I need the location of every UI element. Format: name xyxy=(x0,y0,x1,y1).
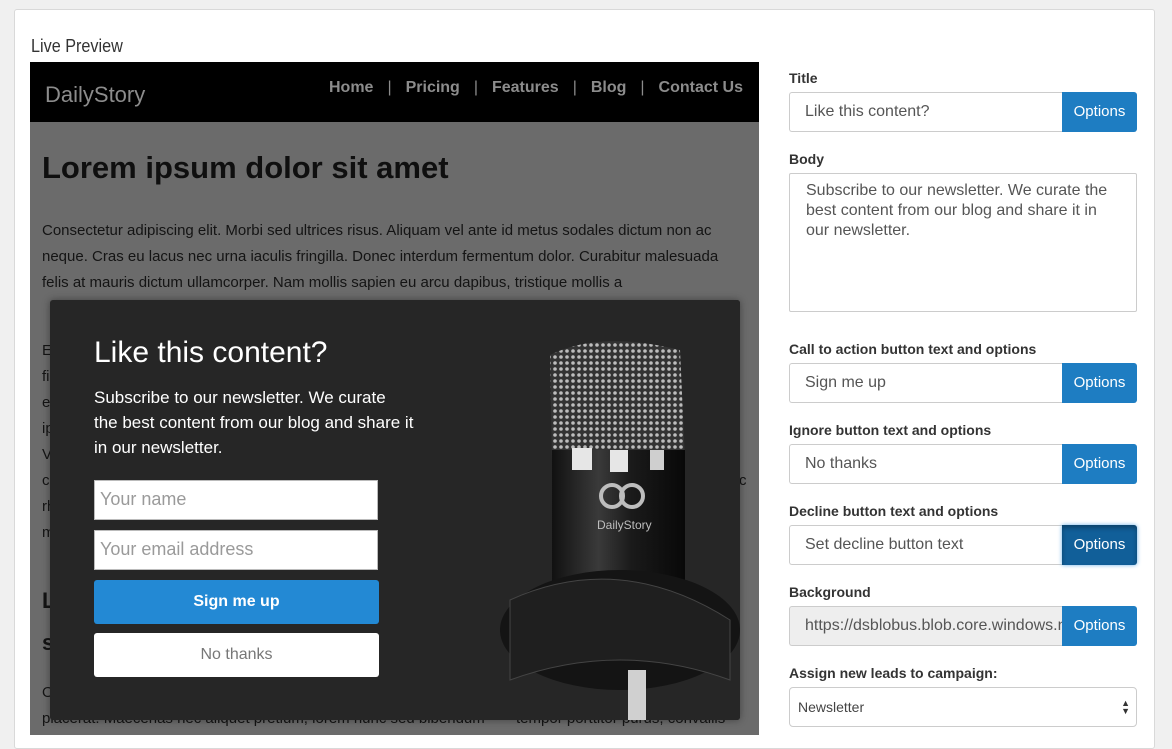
preview-nav-contact[interactable]: Contact Us xyxy=(659,79,743,97)
microphone-image: DailyStory xyxy=(480,300,740,720)
cta-label: Call to action button text and options xyxy=(789,341,1037,357)
preview-nav-home[interactable]: Home xyxy=(329,79,373,97)
preview-text-fragment: c xyxy=(42,472,50,489)
decline-options-button[interactable]: Options xyxy=(1062,525,1137,565)
sign-me-up-button[interactable]: Sign me up xyxy=(94,580,379,624)
decline-label: Decline button text and options xyxy=(789,503,999,519)
email-input[interactable]: Your email address xyxy=(94,530,378,570)
popup-title: Like this content? xyxy=(94,336,328,369)
background-input-group: https://dsblobus.blob.core.windows.net O… xyxy=(789,606,1137,646)
preview-nav-blog[interactable]: Blog xyxy=(591,79,627,97)
popup-body: Subscribe to our newsletter. We curate t… xyxy=(94,388,414,457)
preview-heading: Lorem ipsum dolor sit amet xyxy=(42,150,449,185)
ignore-label: Ignore button text and options xyxy=(789,422,992,438)
body-label: Body xyxy=(789,151,824,167)
body-textarea[interactable]: Subscribe to our newsletter. We curate t… xyxy=(789,173,1137,312)
background-input[interactable]: https://dsblobus.blob.core.windows.net xyxy=(789,606,1062,646)
no-thanks-button[interactable]: No thanks xyxy=(94,633,379,677)
subscribe-popup: DailyStory Like this content? Subscribe … xyxy=(50,300,740,720)
ignore-input[interactable]: No thanks xyxy=(789,444,1062,484)
cta-options-button[interactable]: Options xyxy=(1062,363,1137,403)
campaign-select[interactable]: Newsletter ▲ ▼ xyxy=(789,687,1137,727)
cta-input-group: Sign me up Options xyxy=(789,363,1137,403)
campaign-label: Assign new leads to campaign: xyxy=(789,665,998,681)
preview-text-fragment: fi xyxy=(42,368,50,385)
preview-nav-pricing[interactable]: Pricing xyxy=(406,79,460,97)
name-input[interactable]: Your name xyxy=(94,480,378,520)
ignore-input-group: No thanks Options xyxy=(789,444,1137,484)
popup-logo-text: DailyStory xyxy=(597,518,652,532)
decline-input[interactable]: Set decline button text xyxy=(789,525,1062,565)
title-input-group: Like this content? Options xyxy=(789,92,1137,132)
preview-nav-features[interactable]: Features xyxy=(492,79,559,97)
preview-paragraph: Consectetur adipiscing elit. Morbi sed u… xyxy=(42,222,719,291)
preview-navbar: DailyStory Home | Pricing | Features | Blog… xyxy=(30,62,759,122)
panel-title: Live Preview xyxy=(31,36,123,56)
select-caret-icon: ▲ ▼ xyxy=(1121,698,1130,716)
cta-input[interactable]: Sign me up xyxy=(789,363,1062,403)
preview-nav-links: Home | Pricing | Features | Blog | Contact U… xyxy=(328,79,743,97)
ignore-options-button[interactable]: Options xyxy=(1062,444,1137,484)
preview-text-fragment: c xyxy=(739,472,747,489)
title-input[interactable]: Like this content? xyxy=(789,92,1062,132)
title-label: Title xyxy=(789,70,818,86)
background-label: Background xyxy=(789,584,871,600)
background-options-button[interactable]: Options xyxy=(1062,606,1137,646)
campaign-select-value: Newsletter xyxy=(798,699,865,715)
decline-input-group: Set decline button text Options xyxy=(789,525,1137,565)
live-preview: DailyStory Home | Pricing | Features | Blog… xyxy=(30,62,759,735)
preview-brand: DailyStory xyxy=(45,82,146,107)
title-options-button[interactable]: Options xyxy=(1062,92,1137,132)
